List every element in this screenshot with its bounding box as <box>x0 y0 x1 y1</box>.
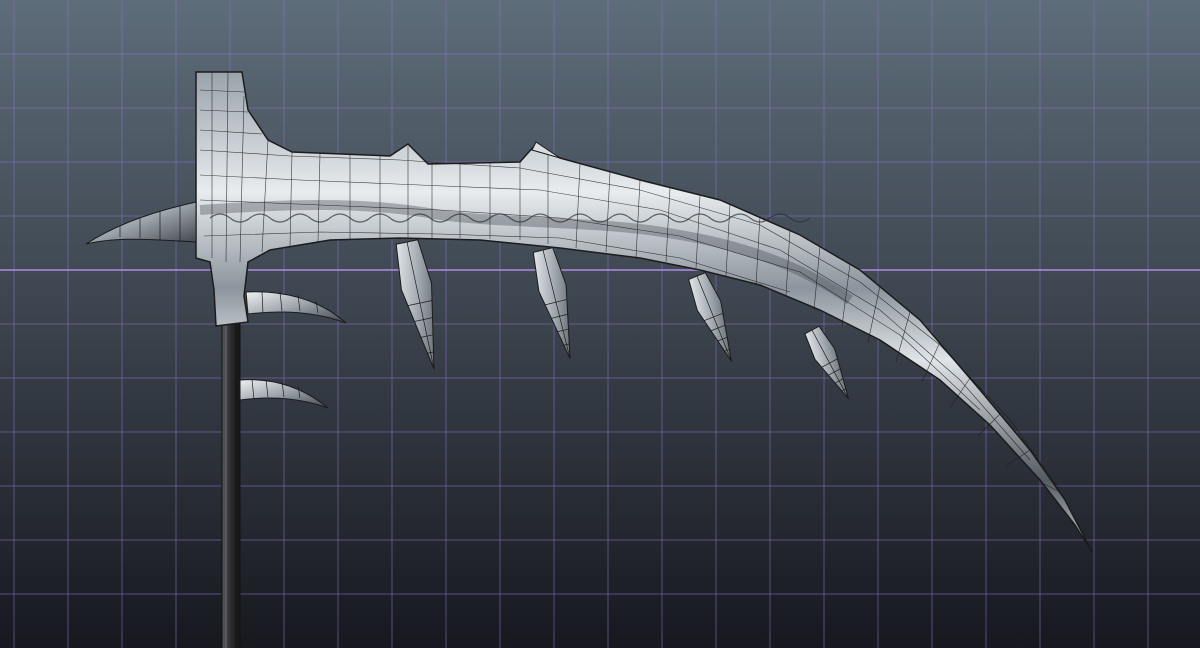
scythe-shaft[interactable] <box>221 321 241 648</box>
3d-viewport[interactable] <box>0 0 1200 648</box>
viewport-scene[interactable] <box>0 0 1200 648</box>
